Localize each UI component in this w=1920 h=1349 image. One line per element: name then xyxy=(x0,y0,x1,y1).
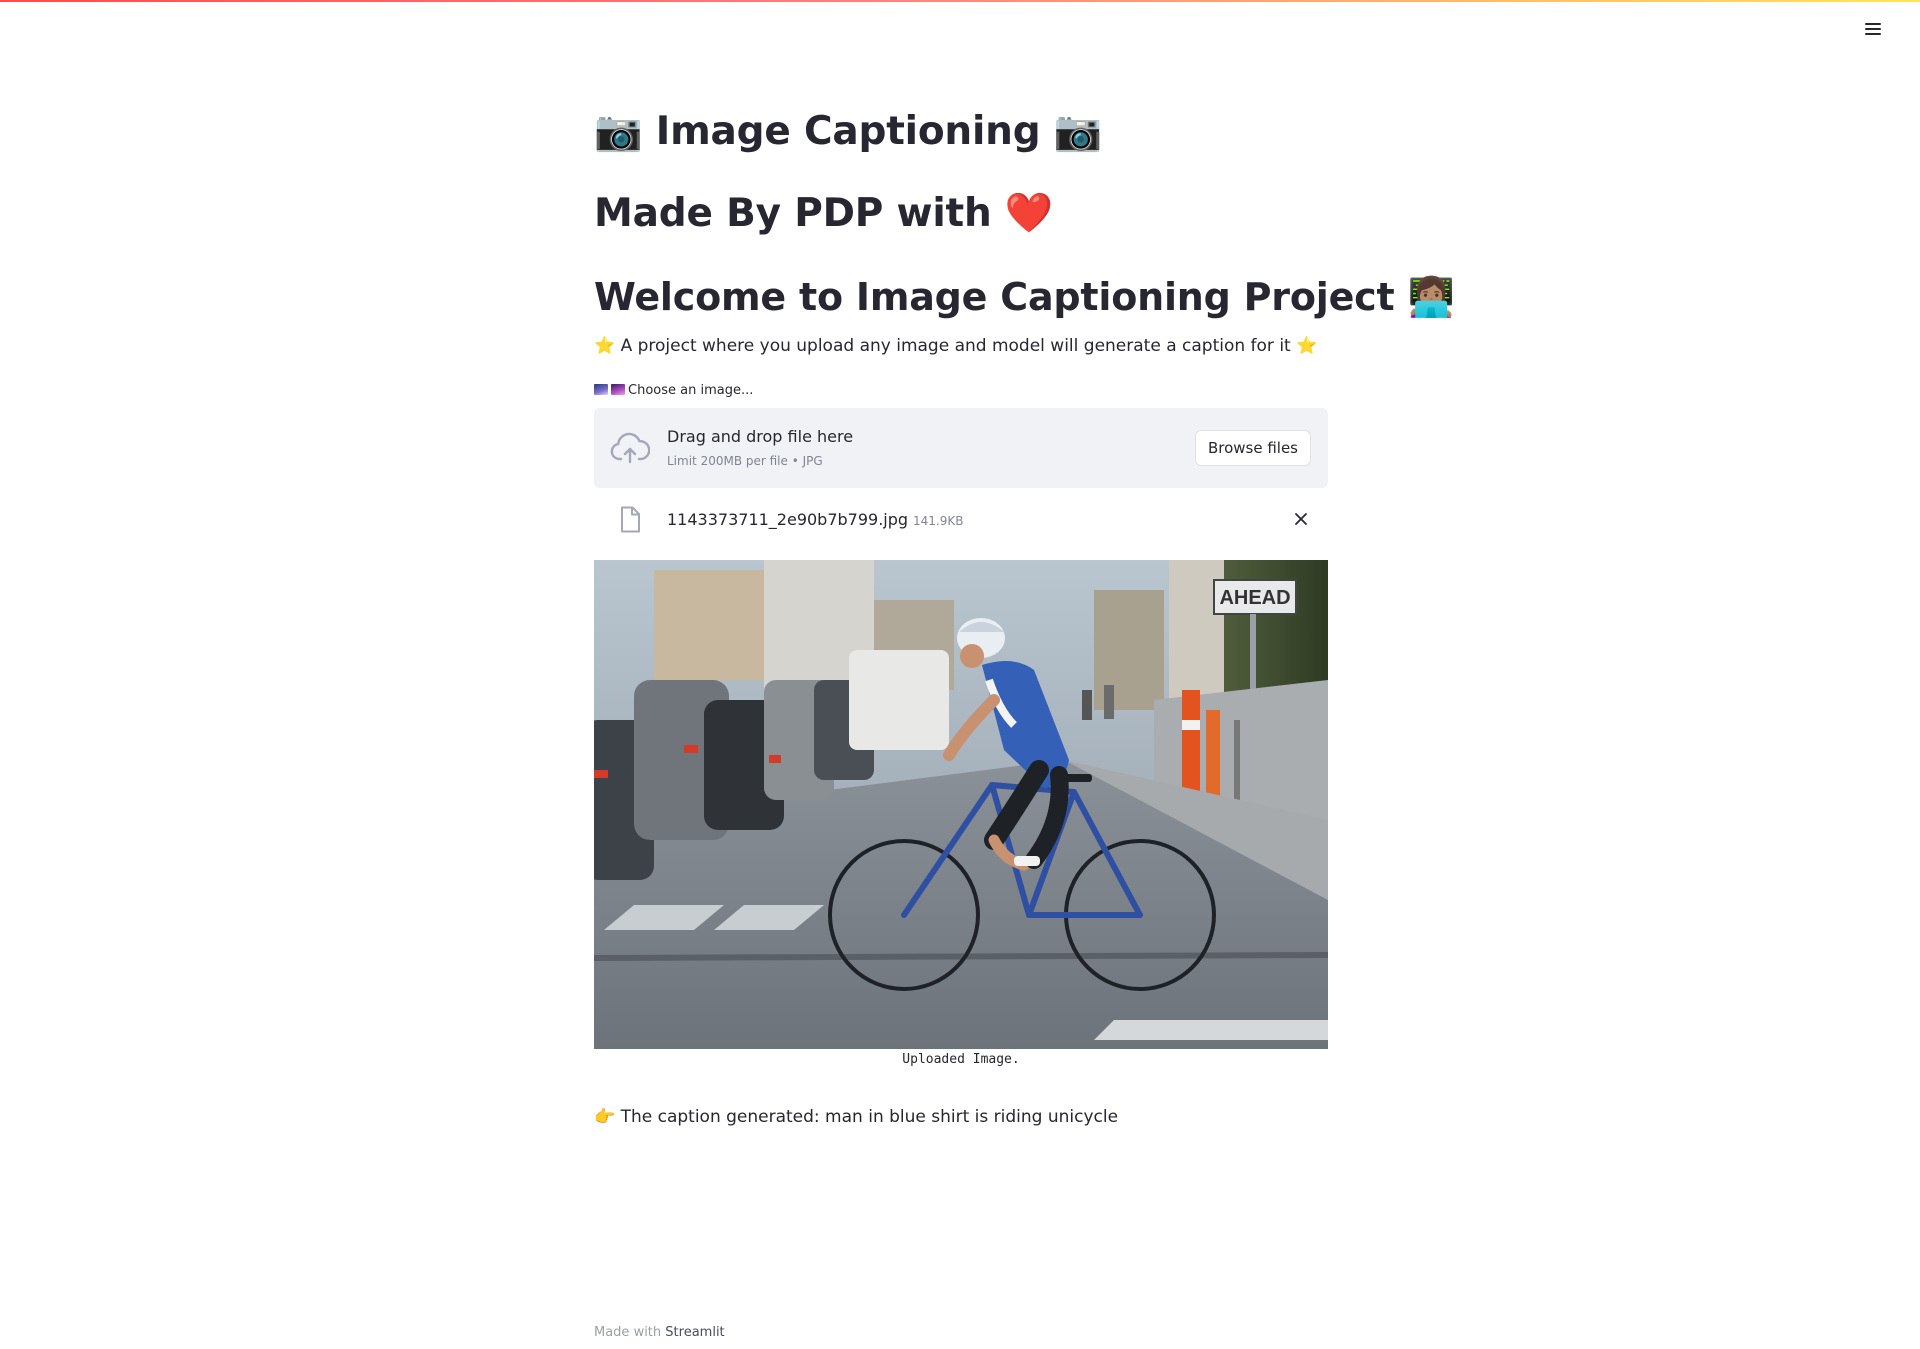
page-title-text: Image Captioning xyxy=(655,109,1041,154)
footer: Made with Streamlit xyxy=(594,1324,725,1342)
uploaded-file-row: 1143373711_2e90b7b799.jpg 141.9KB xyxy=(594,503,1328,537)
file-name: 1143373711_2e90b7b799.jpg xyxy=(667,510,909,529)
cyclist-photo: AHEAD xyxy=(594,560,1328,1049)
footer-prefix: Made with xyxy=(594,1325,662,1340)
pointing-hand-icon: 👉 xyxy=(594,1107,616,1127)
welcome-text: Welcome to Image Captioning Project xyxy=(594,275,1395,319)
subtitle: ⭐ A project where you upload any image a… xyxy=(594,333,1317,359)
uploader-label: Choose an image... xyxy=(594,381,753,401)
file-icon xyxy=(621,506,640,533)
camera-icon: 📷 xyxy=(1053,109,1103,154)
page-title: 📷 Image Captioning 📷 xyxy=(594,106,1102,158)
dropzone-title: Drag and drop file here xyxy=(667,427,854,446)
close-icon[interactable] xyxy=(1291,509,1311,529)
streamlit-link[interactable]: Streamlit xyxy=(665,1325,724,1340)
uploader-label-text: Choose an image... xyxy=(628,383,754,398)
night-sky-icon xyxy=(594,384,608,395)
made-by-text: Made By PDP with xyxy=(594,191,992,236)
road-sign-text: AHEAD xyxy=(1219,587,1290,609)
file-dropzone[interactable]: Drag and drop file here Limit 200MB per … xyxy=(594,408,1328,488)
uploaded-image: AHEAD xyxy=(594,560,1328,1049)
generated-caption: 👉 The caption generated: man in blue shi… xyxy=(594,1104,1118,1130)
heart-icon: ❤️ xyxy=(1004,191,1054,236)
image-caption: Uploaded Image. xyxy=(902,1052,1020,1067)
generated-caption-text: The caption generated: man in blue shirt… xyxy=(620,1107,1119,1127)
browse-files-button[interactable]: Browse files xyxy=(1194,430,1311,466)
hamburger-menu-icon[interactable] xyxy=(1864,21,1882,37)
subtitle-text: A project where you upload any image and… xyxy=(620,336,1291,356)
milky-way-icon xyxy=(611,384,625,395)
welcome-heading: Welcome to Image Captioning Project 👩🏽‍💻 xyxy=(594,271,1455,323)
technologist-icon: 👩🏽‍💻 xyxy=(1407,275,1455,319)
top-decoration-bar xyxy=(0,0,1920,2)
file-size: 141.9KB xyxy=(913,514,964,528)
made-by-heading: Made By PDP with ❤️ xyxy=(594,188,1053,240)
star-icon: ⭐ xyxy=(1296,336,1318,356)
dropzone-limit: Limit 200MB per file • JPG xyxy=(667,454,823,468)
camera-icon: 📷 xyxy=(594,109,643,154)
star-icon: ⭐ xyxy=(594,336,616,356)
cloud-upload-icon xyxy=(610,432,650,464)
